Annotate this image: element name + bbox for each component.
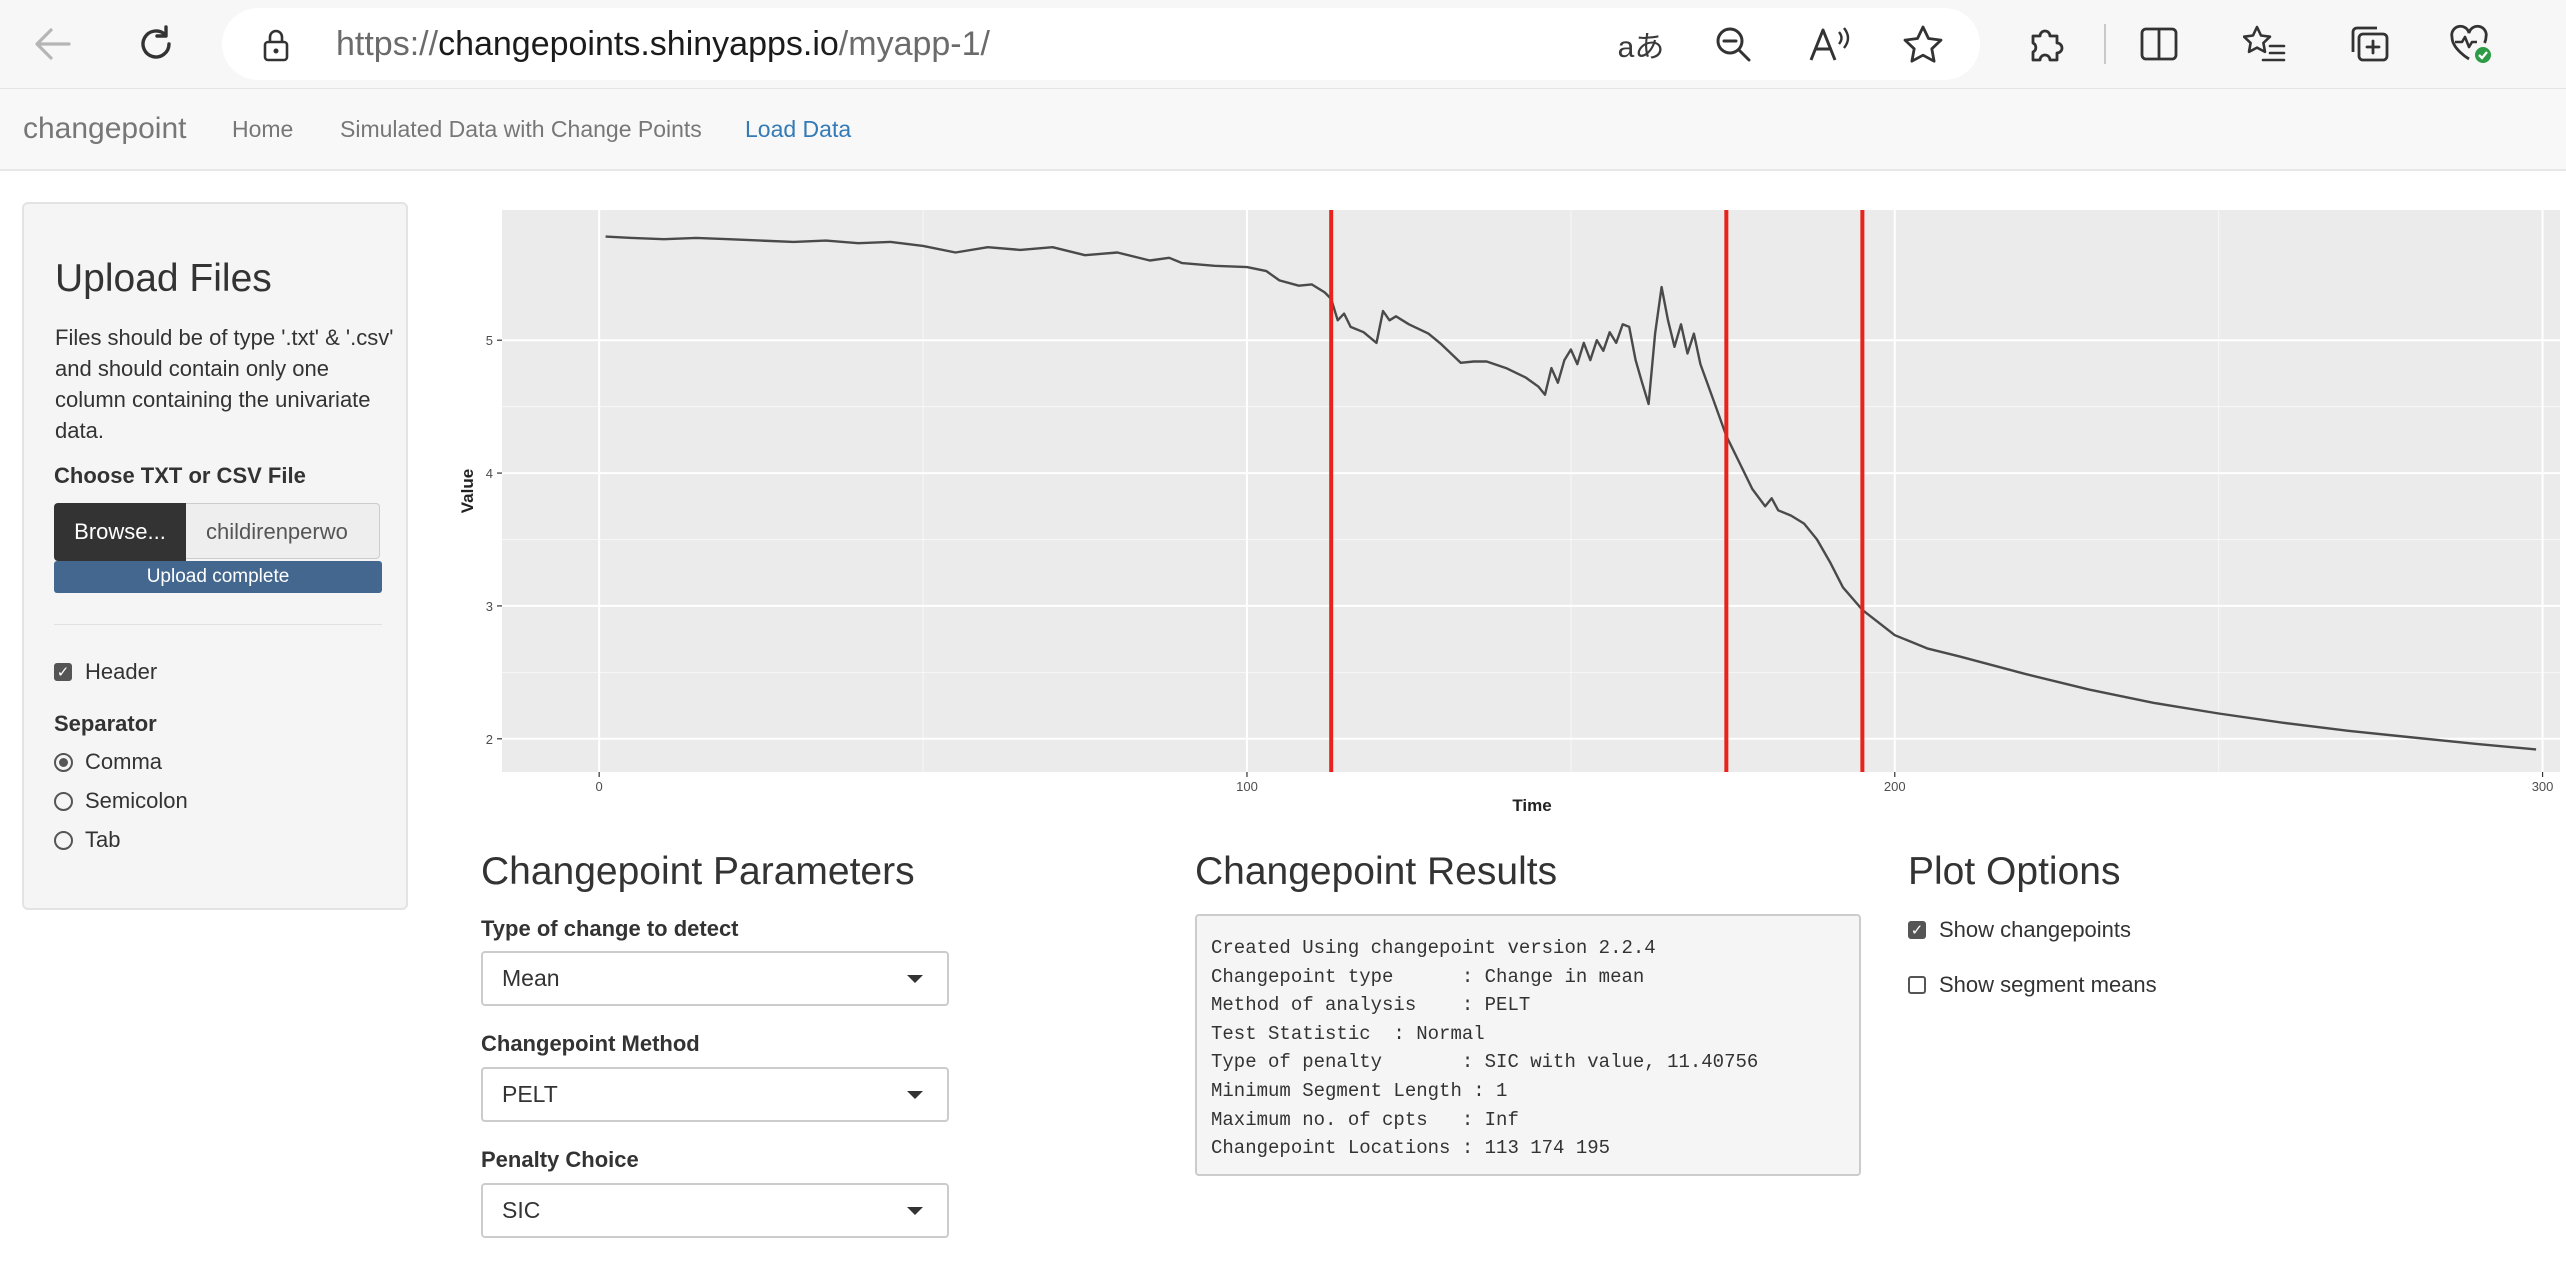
radio-selected-icon[interactable] — [54, 752, 73, 772]
radio-semicolon[interactable]: Semicolon — [54, 788, 188, 814]
y-axis-label: Value — [458, 469, 477, 513]
separator-label: Separator — [54, 711, 157, 736]
x-tick-label: 100 — [1236, 779, 1258, 794]
results-line: Changepoint type : Change in mean — [1211, 965, 1645, 988]
tab-simulated-data[interactable]: Simulated Data with Change Points — [340, 89, 702, 169]
favorites-list-icon[interactable] — [2240, 19, 2290, 69]
y-tick-label: 2 — [486, 732, 493, 747]
x-tick-label: 0 — [596, 779, 603, 794]
header-checkbox[interactable]: ✓ Header — [54, 659, 157, 685]
plot-panel — [502, 210, 2560, 772]
penalty-label: Penalty Choice — [481, 1147, 639, 1172]
file-input-group: Browse... childirenperwo — [54, 503, 382, 561]
plot-options-title: Plot Options — [1908, 850, 2121, 893]
upload-title: Upload Files — [55, 257, 272, 300]
app-navbar: changepoint Home Simulated Data with Cha… — [0, 89, 2566, 171]
browse-button[interactable]: Browse... — [54, 503, 186, 561]
show-segment-means-checkbox[interactable]: Show segment means — [1908, 972, 2157, 998]
sidebar-divider — [54, 624, 382, 625]
chevron-down-icon[interactable] — [907, 975, 923, 983]
zoom-out-icon[interactable] — [1708, 19, 1758, 69]
method-select[interactable]: PELT — [481, 1067, 949, 1122]
upload-sidebar: Upload Files Files should be of type '.t… — [22, 202, 408, 910]
y-tick-label: 4 — [486, 466, 493, 481]
refresh-icon[interactable] — [131, 19, 181, 69]
type-label: Type of change to detect — [481, 916, 739, 941]
checkbox-unchecked-icon[interactable] — [1908, 976, 1926, 994]
checkbox-checked-icon[interactable]: ✓ — [54, 663, 72, 681]
chevron-down-icon[interactable] — [907, 1091, 923, 1099]
x-tick-label: 300 — [2532, 779, 2554, 794]
toolbar-divider — [2104, 24, 2106, 64]
radio-comma[interactable]: Comma — [54, 749, 162, 775]
back-arrow-icon[interactable] — [28, 19, 78, 69]
browser-essentials-icon[interactable] — [2446, 19, 2496, 69]
lock-icon[interactable] — [262, 28, 290, 67]
radio-unselected-icon[interactable] — [54, 791, 73, 811]
type-select[interactable]: Mean — [481, 951, 949, 1006]
radio-unselected-icon[interactable] — [54, 830, 73, 850]
translate-icon[interactable]: aあ — [1616, 19, 1666, 69]
results-line: Minimum Segment Length : 1 — [1211, 1079, 1508, 1102]
file-name-field[interactable]: childirenperwo — [186, 503, 380, 559]
split-screen-icon[interactable] — [2134, 19, 2184, 69]
favorite-star-icon[interactable] — [1898, 19, 1948, 69]
method-label: Changepoint Method — [481, 1031, 700, 1056]
results-line: Maximum no. of cpts : Inf — [1211, 1108, 1519, 1131]
x-axis-label: Time — [1512, 796, 1551, 815]
y-tick-label: 3 — [486, 599, 493, 614]
results-title: Changepoint Results — [1195, 850, 1558, 893]
results-line: Changepoint Locations : 113 174 195 — [1211, 1137, 1611, 1160]
tab-home[interactable]: Home — [232, 89, 293, 169]
read-aloud-icon[interactable] — [1804, 19, 1854, 69]
y-tick-label: 5 — [486, 333, 493, 348]
collections-icon[interactable] — [2344, 19, 2394, 69]
penalty-select[interactable]: SIC — [481, 1183, 949, 1238]
upload-progress-bar: Upload complete — [54, 561, 382, 593]
results-line: Test Statistic : Normal — [1211, 1022, 1485, 1045]
show-changepoints-checkbox[interactable]: ✓ Show changepoints — [1908, 917, 2131, 943]
brand-title[interactable]: changepoint — [23, 89, 186, 169]
chevron-down-icon[interactable] — [907, 1207, 923, 1215]
results-output: Created Using changepoint version 2.2.4 … — [1195, 914, 1861, 1176]
results-line: Type of penalty : SIC with value, 11.407… — [1211, 1051, 1759, 1074]
browser-toolbar: https://changepoints.shinyapps.io/myapp-… — [0, 0, 2566, 89]
checkbox-checked-icon[interactable]: ✓ — [1908, 921, 1926, 939]
more-icon[interactable] — [2540, 19, 2566, 69]
file-input-label: Choose TXT or CSV File — [54, 463, 306, 488]
results-line: Created Using changepoint version 2.2.4 — [1211, 937, 1656, 959]
tab-load-data[interactable]: Load Data — [745, 89, 851, 169]
url-text[interactable]: https://changepoints.shinyapps.io/myapp-… — [336, 8, 990, 80]
results-line: Method of analysis : PELT — [1211, 994, 1531, 1017]
params-title: Changepoint Parameters — [481, 850, 915, 893]
extensions-icon[interactable] — [2020, 19, 2070, 69]
changepoint-plot: 0 100 200 300 2 3 4 5 Time Value — [458, 210, 2560, 815]
x-tick-label: 200 — [1884, 779, 1906, 794]
radio-tab[interactable]: Tab — [54, 827, 120, 853]
upload-help-text: Files should be of type '.txt' & '.csv' … — [55, 325, 394, 443]
